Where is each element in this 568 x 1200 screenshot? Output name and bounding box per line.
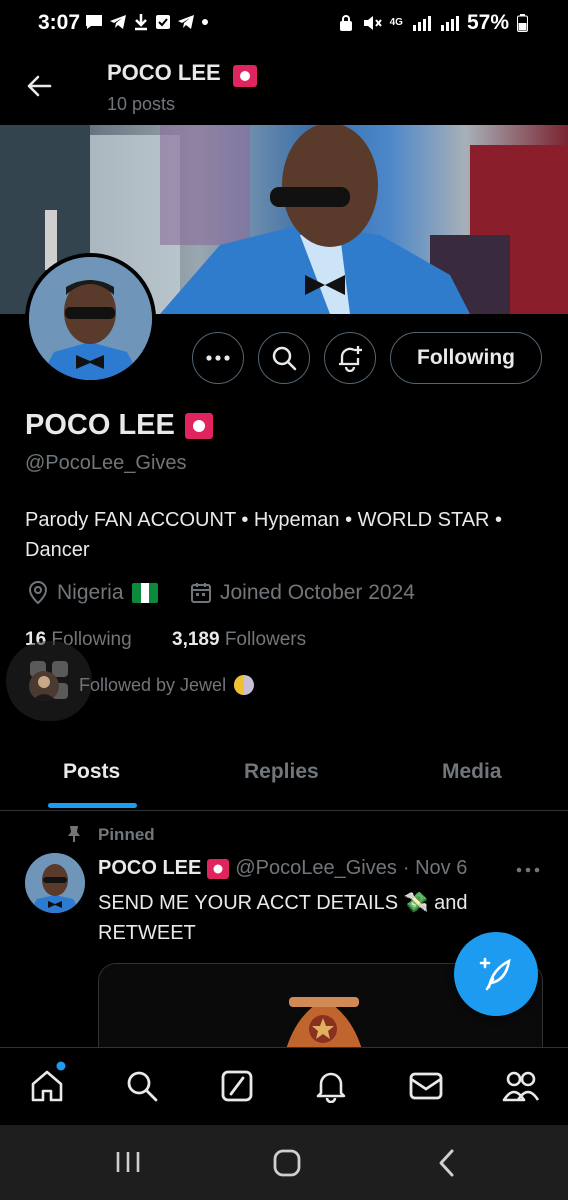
joined-text: Joined October 2024 <box>220 581 415 604</box>
profile-location: Nigeria <box>27 581 158 605</box>
following-button[interactable]: Following <box>390 332 542 384</box>
search-icon <box>272 346 297 371</box>
status-time: 3:07 <box>38 11 81 34</box>
follower-avatar <box>29 671 59 701</box>
post-text: SEND ME YOUR ACCT DETAILS 💸 and RETWEET <box>98 892 468 944</box>
followers-count: 3,189 <box>172 629 220 650</box>
people-icon <box>502 1071 540 1102</box>
post-header: POCO LEE @PocoLee_Gives · Nov 6 <box>98 857 467 880</box>
nav-grok[interactable] <box>217 1066 257 1106</box>
bell-icon <box>316 1072 346 1103</box>
signal-icon-2 <box>440 16 459 31</box>
header-posts-count: 10 posts <box>107 94 176 114</box>
nav-communities[interactable] <box>501 1066 541 1106</box>
signal-icon <box>412 16 431 31</box>
pinned-label: Pinned <box>98 825 155 844</box>
followed-by[interactable]: Followed by Jewel <box>79 673 256 697</box>
profile-handle: @PocoLee_Gives <box>25 452 187 474</box>
bell-plus-icon <box>339 346 362 372</box>
telegram-icon-2 <box>178 15 194 29</box>
lock-icon <box>339 15 352 31</box>
nigeria-flag-icon <box>131 583 158 603</box>
profile-joined: Joined October 2024 <box>190 581 415 605</box>
header-title: POCO LEE <box>107 60 257 87</box>
compose-post-button[interactable] <box>454 932 538 1016</box>
check-box-icon <box>156 15 170 29</box>
profile-name: POCO LEE <box>25 409 175 441</box>
message-icon <box>86 15 102 29</box>
nav-messages[interactable] <box>406 1066 446 1106</box>
grok-icon <box>221 1070 253 1102</box>
download-icon <box>135 14 147 31</box>
recent-apps-button[interactable] <box>114 1148 142 1176</box>
parody-badge-icon <box>207 858 230 879</box>
nav-search[interactable] <box>122 1066 162 1106</box>
system-icons: 4G 57% <box>338 11 528 35</box>
followed-by-text: Followed by Jewel <box>79 674 227 695</box>
post-more-button[interactable] <box>515 866 541 874</box>
telegram-icon <box>110 15 126 29</box>
header-name: POCO LEE <box>107 60 221 85</box>
profile-name-row: POCO LEE <box>25 409 213 442</box>
status-bar: 3:07 4G 57% <box>0 0 568 46</box>
parody-badge-icon <box>232 65 257 87</box>
tab-media[interactable]: Media <box>442 760 502 784</box>
post-date: · Nov 6 <box>402 857 468 879</box>
home-square-icon <box>273 1149 301 1177</box>
calendar-icon <box>191 583 211 603</box>
feather-plus-icon <box>479 957 511 991</box>
network-type: 4G <box>389 17 403 28</box>
arrow-left-icon <box>27 75 52 97</box>
followers-count-link[interactable]: 3,189 Followers <box>172 629 306 651</box>
tab-replies[interactable]: Replies <box>244 760 319 784</box>
half-moon-icon <box>234 675 255 695</box>
location-pin-icon <box>28 581 48 605</box>
followers-label: Followers <box>224 629 307 650</box>
battery-percent: 57% <box>466 11 509 34</box>
tab-posts[interactable]: Posts <box>63 760 120 784</box>
search-icon <box>127 1071 158 1102</box>
profile-bio: Parody FAN ACCOUNT • Hypeman • WORLD STA… <box>25 509 503 561</box>
notification-icons <box>85 13 209 31</box>
post-avatar-image <box>25 853 85 913</box>
location-text: Nigeria <box>57 581 124 604</box>
profile-avatar[interactable] <box>25 253 156 384</box>
post-author-handle[interactable]: @PocoLee_Gives <box>235 857 397 880</box>
home-unread-dot-icon <box>56 1061 66 1071</box>
avatar-image <box>29 257 152 380</box>
pin-icon <box>68 826 80 842</box>
more-horizontal-icon <box>516 867 540 873</box>
post-author-name[interactable]: POCO LEE <box>98 857 201 880</box>
notify-button[interactable] <box>324 332 376 384</box>
nav-notifications[interactable] <box>311 1066 351 1106</box>
post-author-avatar[interactable] <box>25 853 85 913</box>
nav-home[interactable] <box>27 1066 67 1106</box>
mail-icon <box>409 1072 443 1100</box>
back-system-button[interactable] <box>436 1148 458 1178</box>
home-system-button[interactable] <box>272 1148 302 1178</box>
battery-icon <box>517 14 528 32</box>
chevron-left-icon <box>439 1149 454 1177</box>
active-tab-indicator <box>48 803 137 808</box>
home-icon <box>31 1070 63 1102</box>
tabs-divider <box>0 810 568 811</box>
back-button[interactable] <box>24 71 56 103</box>
more-notifications-dot-icon <box>202 19 208 25</box>
bottom-navigation <box>0 1047 568 1125</box>
search-profile-button[interactable] <box>258 332 310 384</box>
recent-apps-icon <box>116 1152 140 1172</box>
mute-icon <box>363 16 382 30</box>
more-options-button[interactable] <box>192 332 244 384</box>
parody-badge-icon <box>184 412 213 439</box>
more-horizontal-icon <box>206 355 230 361</box>
